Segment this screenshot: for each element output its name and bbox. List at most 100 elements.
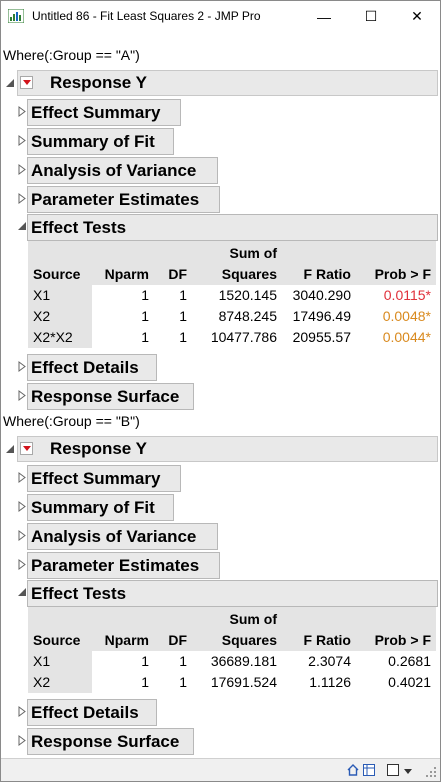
expand-closed-icon[interactable] bbox=[18, 501, 26, 512]
col-sum-of: Sum of bbox=[192, 607, 282, 630]
expand-closed-icon[interactable] bbox=[18, 559, 26, 570]
expand-closed-icon[interactable] bbox=[18, 361, 26, 372]
window-title: Untitled 86 - Fit Least Squares 2 - JMP … bbox=[32, 9, 261, 23]
outline-parameter-estimates[interactable]: Parameter Estimates bbox=[27, 552, 220, 579]
cell-nparm: 1 bbox=[141, 674, 149, 690]
outline-effect-details[interactable]: Effect Details bbox=[27, 699, 157, 726]
cell-nparm: 1 bbox=[141, 653, 149, 669]
expand-closed-icon[interactable] bbox=[18, 135, 26, 146]
col-f-ratio: F Ratio bbox=[282, 607, 356, 651]
status-bar bbox=[1, 758, 440, 781]
cell-ss: 1520.145 bbox=[218, 287, 277, 303]
cell-ss: 36689.181 bbox=[210, 653, 277, 669]
response-y-header-b[interactable]: Response Y bbox=[17, 436, 438, 462]
red-triangle-menu-icon[interactable] bbox=[20, 442, 33, 455]
col-nparm: Nparm bbox=[92, 241, 154, 285]
col-prob-f: Prob > F bbox=[356, 607, 436, 651]
cell-source: X2*X2 bbox=[28, 327, 92, 348]
expand-closed-icon[interactable] bbox=[18, 530, 26, 541]
response-title: Response Y bbox=[50, 439, 148, 458]
outline-analysis-of-variance[interactable]: Analysis of Variance bbox=[27, 523, 218, 550]
maximize-icon: ☐ bbox=[364, 8, 378, 24]
outline-effect-summary[interactable]: Effect Summary bbox=[27, 99, 181, 126]
collapse-open-icon[interactable] bbox=[17, 221, 27, 231]
jmp-window: Untitled 86 - Fit Least Squares 2 - JMP … bbox=[0, 0, 441, 782]
cell-df: 1 bbox=[179, 287, 187, 303]
outline-summary-of-fit[interactable]: Summary of Fit bbox=[27, 128, 174, 155]
cell-ss: 17691.524 bbox=[210, 674, 277, 690]
col-sum-of: Sum of bbox=[192, 241, 282, 264]
cell-source: X2 bbox=[28, 672, 92, 693]
where-clause-b: Where(:Group == "B") bbox=[3, 413, 140, 429]
col-f-ratio: F Ratio bbox=[282, 241, 356, 285]
table-row: X2*X2 1 1 10477.786 20955.57 0.0044* bbox=[28, 327, 436, 348]
response-y-header-a[interactable]: Response Y bbox=[17, 70, 438, 96]
cell-df: 1 bbox=[179, 329, 187, 345]
outline-effect-details[interactable]: Effect Details bbox=[27, 354, 157, 381]
cell-f: 1.1126 bbox=[309, 674, 351, 690]
outline-effect-summary[interactable]: Effect Summary bbox=[27, 465, 181, 492]
maximize-button[interactable]: ☐ bbox=[348, 1, 394, 32]
col-source: Source bbox=[28, 607, 92, 651]
effect-tests-table-b: Source Nparm DF Sum of F Ratio Prob > F … bbox=[28, 607, 436, 693]
cell-f: 17496.49 bbox=[292, 308, 351, 324]
cell-p: 0.2681 bbox=[388, 653, 431, 669]
col-source: Source bbox=[28, 241, 92, 285]
cell-source: X1 bbox=[28, 285, 92, 306]
outline-effect-tests-b[interactable]: Effect Tests bbox=[27, 580, 438, 607]
close-icon: ✕ bbox=[411, 8, 423, 24]
data-table-icon[interactable] bbox=[363, 764, 375, 776]
jmp-app-icon bbox=[8, 9, 24, 23]
chevron-down-icon[interactable] bbox=[404, 769, 412, 774]
table-header-row: Source Nparm DF Sum of F Ratio Prob > F bbox=[28, 607, 436, 651]
outline-effect-tests-a[interactable]: Effect Tests bbox=[27, 214, 438, 241]
outline-parameter-estimates[interactable]: Parameter Estimates bbox=[27, 186, 220, 213]
table-row: X1 1 1 1520.145 3040.290 0.0115* bbox=[28, 285, 436, 306]
cell-source: X1 bbox=[28, 651, 92, 672]
cell-nparm: 1 bbox=[141, 287, 149, 303]
expand-closed-icon[interactable] bbox=[18, 390, 26, 401]
expand-closed-icon[interactable] bbox=[18, 735, 26, 746]
cell-nparm: 1 bbox=[141, 329, 149, 345]
col-squares: Squares bbox=[192, 264, 282, 285]
collapse-open-icon[interactable] bbox=[5, 78, 15, 88]
table-header-row: Source Nparm DF Sum of F Ratio Prob > F bbox=[28, 241, 436, 285]
collapse-open-icon[interactable] bbox=[5, 444, 15, 454]
expand-closed-icon[interactable] bbox=[18, 706, 26, 717]
close-button[interactable]: ✕ bbox=[394, 1, 440, 32]
col-prob-f: Prob > F bbox=[356, 241, 436, 285]
cell-df: 1 bbox=[179, 674, 187, 690]
minimize-icon: — bbox=[317, 8, 331, 25]
outline-response-surface[interactable]: Response Surface bbox=[27, 383, 194, 410]
outline-analysis-of-variance[interactable]: Analysis of Variance bbox=[27, 157, 218, 184]
cell-ss: 10477.786 bbox=[210, 329, 277, 345]
collapse-open-icon[interactable] bbox=[17, 587, 27, 597]
cell-p: 0.0044* bbox=[382, 329, 431, 345]
outline-summary-of-fit[interactable]: Summary of Fit bbox=[27, 494, 174, 521]
expand-closed-icon[interactable] bbox=[18, 164, 26, 175]
where-clause-a: Where(:Group == "A") bbox=[3, 47, 140, 63]
col-df: DF bbox=[154, 241, 192, 285]
cell-nparm: 1 bbox=[141, 308, 149, 324]
title-bar: Untitled 86 - Fit Least Squares 2 - JMP … bbox=[1, 1, 440, 32]
cell-ss: 8748.245 bbox=[218, 308, 277, 324]
cell-source: X2 bbox=[28, 306, 92, 327]
cell-f: 20955.57 bbox=[292, 329, 351, 345]
cell-f: 2.3074 bbox=[308, 653, 351, 669]
table-row: X1 1 1 36689.181 2.3074 0.2681 bbox=[28, 651, 436, 672]
selection-checkbox[interactable] bbox=[387, 764, 399, 776]
home-icon[interactable] bbox=[347, 764, 359, 776]
outline-response-surface[interactable]: Response Surface bbox=[27, 728, 194, 755]
expand-closed-icon[interactable] bbox=[18, 106, 26, 117]
report-content: Where(:Group == "A") Response Y Effect S… bbox=[1, 32, 440, 758]
minimize-button[interactable]: — bbox=[301, 1, 347, 32]
cell-f: 3040.290 bbox=[292, 287, 351, 303]
response-title: Response Y bbox=[50, 73, 148, 92]
expand-closed-icon[interactable] bbox=[18, 193, 26, 204]
cell-p: 0.4021 bbox=[388, 674, 431, 690]
resize-grip-icon[interactable] bbox=[426, 767, 436, 777]
expand-closed-icon[interactable] bbox=[18, 472, 26, 483]
cell-p: 0.0048* bbox=[382, 308, 431, 324]
effect-tests-table-a: Source Nparm DF Sum of F Ratio Prob > F … bbox=[28, 241, 436, 348]
red-triangle-menu-icon[interactable] bbox=[20, 76, 33, 89]
